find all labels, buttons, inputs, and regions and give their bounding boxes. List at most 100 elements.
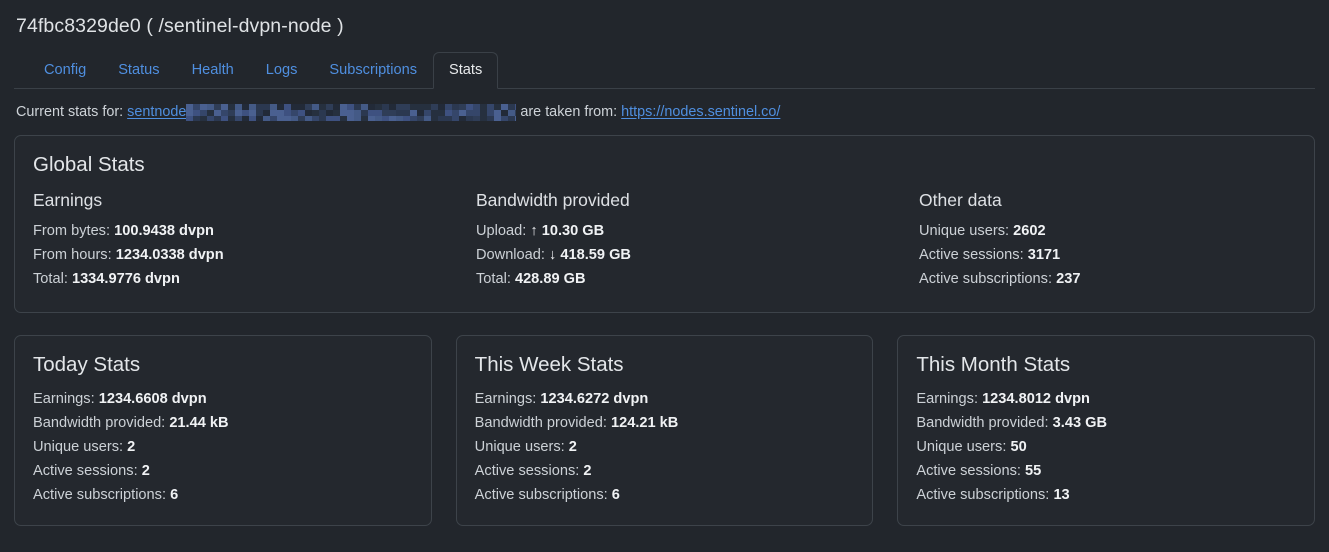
bandwidth-heading: Bandwidth provided (476, 190, 630, 210)
stat-label: Active sessions: (33, 463, 138, 479)
stat-row: Unique users: 2 (475, 435, 855, 459)
earnings-column: Earnings From bytes: 100.9438 dvpn From … (33, 188, 476, 291)
stat-row: Bandwidth provided: 21.44 kB (33, 411, 413, 435)
stat-row: Bandwidth provided: 124.21 kB (475, 411, 855, 435)
stat-upload: Upload: ↑ 10.30 GB (476, 219, 919, 243)
stat-value: 3.43 GB (1052, 415, 1108, 431)
stat-value: 124.21 kB (610, 415, 679, 431)
stat-value: 428.89 GB (514, 271, 586, 287)
earnings-heading: Earnings (33, 190, 103, 210)
stat-label: Active sessions: (916, 463, 1021, 479)
stat-label: Total: (476, 271, 511, 287)
global-stats-card: Global Stats Earnings From bytes: 100.94… (14, 135, 1315, 313)
stat-value: 6 (611, 487, 620, 503)
period-stats-title: This Week Stats (474, 353, 624, 376)
stat-from-hours: From hours: 1234.0338 dvpn (33, 243, 476, 267)
stat-value: 2 (127, 439, 136, 455)
stat-label: Active sessions: (919, 247, 1024, 263)
stat-value: 6 (170, 487, 179, 503)
stat-row: Active subscriptions: 13 (916, 483, 1296, 507)
stat-row: Active subscriptions: 6 (475, 483, 855, 507)
stat-value: 3171 (1027, 247, 1061, 263)
stats-page: 74fbc8329de0 ( /sentinel-dvpn-node ) Con… (0, 0, 1329, 552)
stat-earnings-total: Total: 1334.9776 dvpn (33, 267, 476, 291)
stat-value: 1234.6608 dvpn (98, 391, 207, 407)
stat-label: Active sessions: (474, 463, 580, 479)
tab-status[interactable]: Status (102, 52, 175, 89)
stat-value: 418.59 GB (560, 247, 631, 263)
sentinel-nodes-url-link[interactable]: https://nodes.sentinel.co/ (621, 102, 780, 122)
stat-row: Active sessions: 2 (475, 459, 855, 483)
tab-logs[interactable]: Logs (250, 52, 314, 89)
stat-label: Bandwidth provided: (33, 415, 166, 431)
stat-label: Unique users: (916, 439, 1007, 455)
stat-row: Earnings: 1234.6608 dvpn (33, 387, 413, 411)
stat-label: Bandwidth provided: (916, 415, 1049, 431)
stat-row: Bandwidth provided: 3.43 GB (916, 411, 1296, 435)
stat-row: Unique users: 50 (916, 435, 1296, 459)
stat-value: 2 (141, 463, 150, 479)
download-arrow-icon: ↓ (549, 247, 557, 263)
stat-value: 50 (1010, 439, 1027, 455)
stat-active-subscriptions: Active subscriptions: 237 (919, 267, 1080, 291)
stat-label: Active subscriptions: (919, 271, 1053, 287)
stat-label: From hours: (33, 247, 112, 263)
tab-subscriptions[interactable]: Subscriptions (313, 52, 433, 89)
stat-label: Active subscriptions: (916, 487, 1050, 503)
stat-value: 13 (1053, 487, 1070, 503)
stat-label: Earnings: (916, 391, 978, 407)
stat-label: Total: (33, 271, 68, 287)
stat-from-bytes: From bytes: 100.9438 dvpn (33, 219, 476, 243)
stat-download: Download: ↓ 418.59 GB (476, 243, 919, 267)
stat-value: 100.9438 dvpn (114, 223, 214, 239)
period-stats-title: Today Stats (33, 353, 141, 376)
tab-bar: Config Status Health Logs Subscriptions Stats (14, 52, 1315, 89)
stat-label: Earnings: (33, 391, 95, 407)
tab-config[interactable]: Config (28, 52, 102, 89)
stat-value: 1234.6272 dvpn (540, 391, 649, 407)
stat-label: Earnings: (474, 391, 537, 407)
stat-label: Upload: (476, 223, 527, 239)
stat-value: 2 (583, 463, 592, 479)
period-stats-card: This Week Stats Earnings: 1234.6272 dvpn B… (455, 335, 874, 526)
stat-active-sessions: Active sessions: 3171 (919, 243, 1080, 267)
stat-bandwidth-total: Total: 428.89 GB (476, 267, 919, 291)
stat-value: 1334.9776 dvpn (71, 271, 180, 287)
period-stats-title: This Month Stats (916, 353, 1071, 376)
stat-row: Unique users: 2 (33, 435, 413, 459)
stat-row: Active sessions: 2 (33, 459, 413, 483)
tab-stats[interactable]: Stats (433, 52, 499, 89)
node-address-link[interactable]: sentnode (127, 102, 186, 122)
stat-value: 2602 (1013, 223, 1046, 239)
stat-label: Active subscriptions: (474, 487, 608, 503)
stat-row: Active sessions: 55 (916, 459, 1296, 483)
stat-value: 10.30 GB (541, 223, 605, 239)
stat-row: Earnings: 1234.6272 dvpn (475, 387, 855, 411)
upload-arrow-icon: ↑ (530, 223, 538, 239)
stat-label: Download: (476, 247, 545, 263)
source-middle-label: are taken from: (520, 104, 618, 120)
stat-value: 237 (1056, 271, 1081, 287)
stat-label: Bandwidth provided: (474, 415, 607, 431)
other-data-column: Other data Unique users: 2602 Active ses… (919, 188, 1080, 291)
stat-unique-users: Unique users: 2602 (919, 219, 1080, 243)
bandwidth-column: Bandwidth provided Upload: ↑ 10.30 GB Do… (476, 188, 919, 291)
stat-label: Unique users: (474, 439, 565, 455)
stat-value: 55 (1025, 463, 1042, 479)
source-prefix-label: Current stats for: (16, 104, 124, 120)
period-stats-card: Today Stats Earnings: 1234.6608 dvpn Bandw… (14, 335, 432, 526)
global-stats-title: Global Stats (33, 153, 145, 176)
tab-health[interactable]: Health (176, 52, 250, 89)
stat-value: 1234.0338 dvpn (115, 247, 224, 263)
stat-label: From bytes: (33, 223, 111, 239)
stat-row: Active subscriptions: 6 (33, 483, 413, 507)
stat-value: 1234.8012 dvpn (982, 391, 1090, 407)
stats-source-line: Current stats for: sentnode are taken fr… (14, 102, 1315, 122)
stat-value: 21.44 kB (169, 415, 229, 431)
page-title: 74fbc8329de0 ( /sentinel-dvpn-node ) (16, 15, 344, 37)
redacted-node-address (186, 103, 517, 121)
stat-label: Unique users: (919, 223, 1010, 239)
stat-label: Unique users: (33, 439, 124, 455)
period-stats-row: Today Stats Earnings: 1234.6608 dvpn Bandw… (14, 335, 1316, 526)
period-stats-card: This Month Stats Earnings: 1234.8012 dvpn… (897, 335, 1316, 526)
